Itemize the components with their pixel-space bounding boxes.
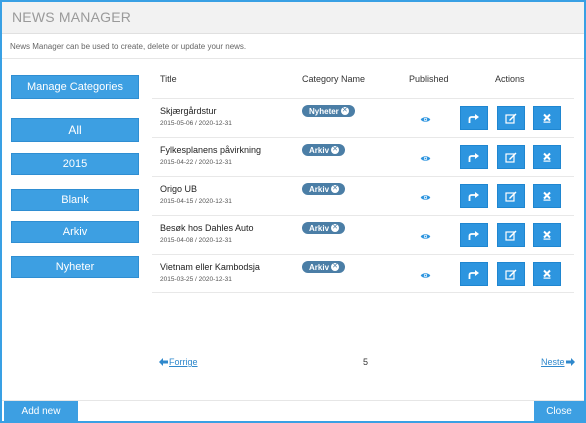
category-badge-label: Arkiv: [309, 223, 330, 233]
category-badge[interactable]: Arkiv ✕: [302, 183, 346, 195]
share-icon: [468, 230, 479, 240]
category-badge-label: Arkiv: [309, 262, 330, 272]
sidebar-item-2015[interactable]: 2015: [11, 153, 139, 175]
share-icon: [468, 113, 479, 123]
sidebar-item-all[interactable]: All: [11, 118, 139, 142]
sidebar-item-nyheter[interactable]: Nyheter: [11, 256, 139, 278]
category-badge[interactable]: Arkiv ✕: [302, 222, 346, 234]
remove-circle-icon[interactable]: ✕: [331, 185, 340, 193]
manage-categories-button[interactable]: Manage Categories: [11, 75, 139, 99]
add-new-button[interactable]: Add new: [4, 401, 78, 421]
share-icon: [468, 269, 479, 279]
column-header-published: Published: [409, 74, 449, 84]
edit-icon: [505, 230, 517, 241]
delete-button[interactable]: [533, 223, 561, 247]
delete-icon: [543, 269, 551, 279]
delete-icon: [543, 113, 551, 123]
eye-icon: [420, 234, 431, 239]
table-row: Skjærgårdstur 2015-05-06 / 2020-12-31 Ny…: [152, 98, 574, 136]
news-title: Besøk hos Dahles Auto: [160, 223, 254, 233]
delete-button[interactable]: [533, 106, 561, 130]
news-dates: 2015-04-08 / 2020-12-31: [160, 237, 232, 244]
dialog-title: NEWS MANAGER: [12, 9, 132, 25]
footer-divider: [2, 400, 584, 401]
eye-icon: [420, 156, 431, 161]
edit-button[interactable]: [497, 145, 525, 169]
eye-icon: [420, 273, 431, 278]
table-row: Vietnam eller Kambodsja 2015-03-25 / 202…: [152, 254, 574, 292]
edit-icon: [505, 152, 517, 163]
delete-icon: [543, 152, 551, 162]
news-dates: 2015-05-06 / 2020-12-31: [160, 120, 232, 127]
category-badge[interactable]: Nyheter ✕: [302, 105, 355, 117]
delete-icon: [543, 230, 551, 240]
news-dates: 2015-04-15 / 2020-12-31: [160, 198, 232, 205]
dialog-subheader: News Manager can be used to create, dele…: [2, 35, 584, 59]
edit-button[interactable]: [497, 262, 525, 286]
category-badge[interactable]: Arkiv ✕: [302, 261, 346, 273]
edit-button[interactable]: [497, 106, 525, 130]
page-number: 5: [363, 357, 369, 367]
news-title: Vietnam eller Kambodsja: [160, 262, 260, 272]
previous-page-label: Forrige: [169, 357, 198, 367]
delete-button[interactable]: [533, 145, 561, 169]
edit-icon: [505, 269, 517, 280]
news-dates: 2015-03-25 / 2020-12-31: [160, 276, 232, 283]
share-icon: [468, 191, 479, 201]
edit-button[interactable]: [497, 184, 525, 208]
edit-icon: [505, 191, 517, 202]
category-badge-label: Arkiv: [309, 145, 330, 155]
table-row: Origo UB 2015-04-15 / 2020-12-31 Arkiv ✕: [152, 176, 574, 214]
share-button[interactable]: [460, 223, 488, 247]
news-manager-dialog: NEWS MANAGER News Manager can be used to…: [0, 0, 586, 423]
next-page-label: Neste: [541, 357, 565, 367]
delete-button[interactable]: [533, 262, 561, 286]
remove-circle-icon[interactable]: ✕: [331, 224, 340, 232]
sidebar-item-blank[interactable]: Blank: [11, 189, 139, 211]
eye-icon: [420, 117, 431, 122]
next-page-link[interactable]: Neste: [541, 357, 575, 367]
share-icon: [468, 152, 479, 162]
column-header-actions: Actions: [495, 74, 525, 84]
news-title: Fylkesplanens påvirkning: [160, 145, 262, 155]
share-button[interactable]: [460, 145, 488, 169]
edit-button[interactable]: [497, 223, 525, 247]
news-dates: 2015-04-22 / 2020-12-31: [160, 159, 232, 166]
edit-icon: [505, 113, 517, 124]
delete-icon: [543, 191, 551, 201]
delete-button[interactable]: [533, 184, 561, 208]
column-header-title: Title: [160, 74, 177, 84]
eye-icon: [420, 195, 431, 200]
dialog-header: NEWS MANAGER: [2, 2, 584, 34]
sidebar-item-arkiv[interactable]: Arkiv: [11, 221, 139, 243]
arrow-right-icon: [565, 358, 575, 366]
arrow-left-icon: [159, 358, 168, 366]
dialog-subtitle: News Manager can be used to create, dele…: [10, 42, 247, 51]
column-header-category: Category Name: [302, 74, 366, 84]
close-button[interactable]: Close: [534, 401, 584, 421]
remove-circle-icon[interactable]: ✕: [331, 263, 340, 271]
remove-circle-icon[interactable]: ✕: [340, 107, 349, 115]
table-bottom-divider: [152, 292, 574, 293]
remove-circle-icon[interactable]: ✕: [331, 146, 340, 154]
news-title: Origo UB: [160, 184, 198, 194]
previous-page-link[interactable]: Forrige: [159, 357, 198, 367]
share-button[interactable]: [460, 106, 488, 130]
category-badge[interactable]: Arkiv ✕: [302, 144, 346, 156]
category-badge-label: Nyheter: [309, 106, 339, 116]
share-button[interactable]: [460, 262, 488, 286]
news-title: Skjærgårdstur: [160, 106, 217, 116]
table-row: Besøk hos Dahles Auto 2015-04-08 / 2020-…: [152, 215, 574, 253]
table-row: Fylkesplanens påvirkning 2015-04-22 / 20…: [152, 137, 574, 175]
share-button[interactable]: [460, 184, 488, 208]
category-badge-label: Arkiv: [309, 184, 330, 194]
